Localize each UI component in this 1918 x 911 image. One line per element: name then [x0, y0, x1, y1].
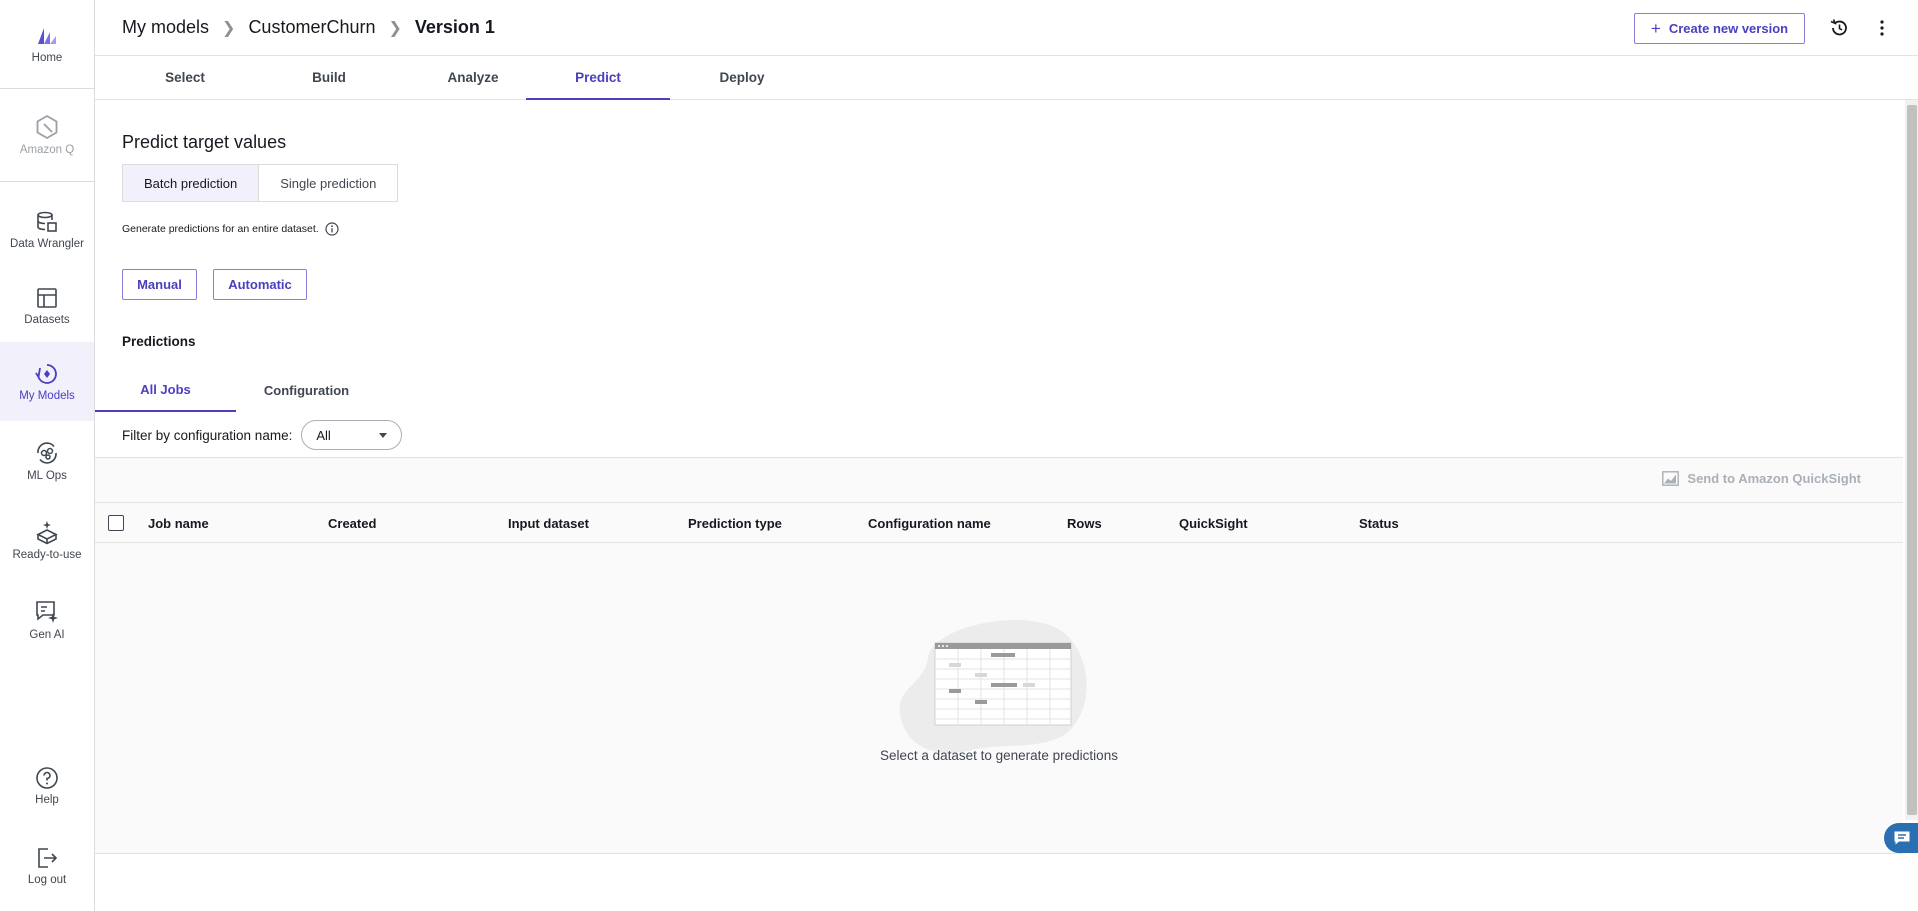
more-options-icon[interactable] — [1870, 16, 1894, 40]
filter-label: Filter by configuration name: — [122, 427, 293, 443]
batch-prediction-option[interactable]: Batch prediction — [123, 165, 260, 201]
canvas-logo-icon — [38, 28, 56, 44]
configuration-filter: Filter by configuration name: All — [122, 420, 403, 450]
column-quicksight[interactable]: QuickSight — [1179, 503, 1248, 543]
sidebar-item-label: Amazon Q — [19, 144, 75, 156]
sidebar-item-gen-ai[interactable]: Gen AI — [0, 580, 94, 659]
create-new-version-button[interactable]: + Create new version — [1634, 13, 1805, 44]
quicksight-label: Send to Amazon QuickSight — [1687, 471, 1861, 486]
chart-image-icon — [1662, 471, 1680, 486]
empty-table-illustration — [899, 620, 1087, 753]
my-models-icon — [35, 363, 57, 384]
tab-deploy[interactable]: Deploy — [670, 56, 814, 99]
column-prediction-type[interactable]: Prediction type — [688, 503, 782, 543]
chat-icon — [1894, 831, 1910, 845]
sidebar-item-label: My Models — [19, 389, 75, 402]
log-out-icon — [38, 848, 58, 868]
database-icon — [37, 211, 57, 232]
header: My models ❯ CustomerChurn ❯ Version 1 + … — [95, 0, 1918, 56]
table-icon — [37, 288, 57, 308]
sidebar-item-datasets[interactable]: Datasets — [0, 270, 94, 342]
sidebar-item-help[interactable]: Help — [0, 746, 94, 826]
sidebar-item-label: Datasets — [24, 314, 70, 326]
table-header: Job name Created Input dataset Predictio… — [95, 502, 1903, 543]
sidebar-item-my-models[interactable]: My Models — [0, 342, 94, 421]
column-created[interactable]: Created — [328, 503, 376, 543]
column-configuration-name[interactable]: Configuration name — [868, 503, 991, 543]
gen-ai-chat-icon — [36, 600, 58, 623]
sidebar-item-home[interactable]: Home — [0, 0, 94, 88]
predictions-heading: Predictions — [122, 334, 196, 349]
sidebar-item-data-wrangler[interactable]: Data Wrangler — [0, 190, 94, 270]
sidebar-item-label: Help — [35, 794, 59, 806]
column-input-dataset[interactable]: Input dataset — [508, 503, 589, 543]
model-tabs: Select Build Analyze Predict Deploy — [95, 56, 1918, 100]
sidebar-item-label: Ready-to-use — [12, 549, 82, 561]
scrollbar-thumb[interactable] — [1907, 105, 1917, 815]
sidebar-item-ready-to-use[interactable]: Ready-to-use — [0, 500, 94, 580]
amazon-q-icon — [36, 114, 58, 140]
help-icon — [36, 767, 58, 789]
empty-state-message: Select a dataset to generate predictions — [880, 748, 1118, 763]
prediction-type-toggle: Batch prediction Single prediction — [122, 164, 399, 202]
column-job-name[interactable]: Job name — [148, 503, 209, 543]
caret-down-icon — [379, 432, 388, 438]
page-title: Predict target values — [122, 132, 287, 152]
predictions-tabs: All Jobs Configuration — [95, 368, 1903, 412]
info-icon[interactable] — [325, 222, 339, 236]
sidebar-item-label: Gen AI — [29, 628, 65, 641]
breadcrumb-version: Version 1 — [414, 17, 495, 37]
tab-build[interactable]: Build — [257, 56, 401, 99]
tab-predict[interactable]: Predict — [526, 56, 670, 100]
sidebar-item-label: Home — [31, 52, 63, 64]
description-text: Generate predictions for an entire datas… — [122, 223, 319, 235]
breadcrumb-customerchurn[interactable]: CustomerChurn — [248, 17, 375, 38]
manual-button[interactable]: Manual — [122, 269, 197, 300]
sidebar-item-log-out[interactable]: Log out — [0, 826, 94, 906]
history-icon[interactable] — [1827, 16, 1851, 40]
automatic-button[interactable]: Automatic — [213, 269, 307, 300]
breadcrumb-my-models[interactable]: My models — [122, 17, 209, 38]
tab-analyze[interactable]: Analyze — [401, 56, 545, 99]
chevron-right-icon: ❯ — [222, 19, 236, 37]
package-icon — [36, 521, 58, 545]
tab-select[interactable]: Select — [113, 56, 257, 99]
sidebar-item-amazon-q[interactable]: Amazon Q — [0, 89, 94, 181]
column-status[interactable]: Status — [1359, 503, 1399, 543]
chevron-right-icon: ❯ — [388, 19, 402, 37]
ml-ops-icon — [37, 441, 57, 464]
tab-all-jobs[interactable]: All Jobs — [95, 368, 236, 412]
main-content: Predict target values Batch prediction S… — [95, 100, 1903, 911]
column-rows[interactable]: Rows — [1067, 503, 1102, 543]
tab-configuration[interactable]: Configuration — [236, 368, 377, 412]
sidebar-item-ml-ops[interactable]: ML Ops — [0, 421, 94, 500]
create-new-version-label: Create new version — [1668, 21, 1789, 36]
configuration-select[interactable]: All — [301, 420, 403, 450]
single-prediction-option[interactable]: Single prediction — [259, 165, 397, 201]
jobs-table: Send to Amazon QuickSight Job name Creat… — [95, 457, 1903, 854]
sidebar-divider — [0, 181, 94, 182]
sidebar-item-label: Data Wrangler — [10, 238, 84, 250]
chat-feedback-button[interactable] — [1884, 823, 1918, 853]
plus-icon: + — [1650, 18, 1661, 38]
sidebar-item-label: ML Ops — [27, 469, 67, 482]
select-value: All — [316, 427, 331, 443]
select-all-checkbox[interactable] — [108, 515, 124, 531]
batch-description: Generate predictions for an entire datas… — [122, 222, 339, 236]
sidebar-item-label: Log out — [27, 874, 67, 886]
breadcrumb: My models ❯ CustomerChurn ❯ Version 1 — [122, 17, 495, 38]
send-to-quicksight-button[interactable]: Send to Amazon QuickSight — [1662, 471, 1861, 486]
sidebar: Home Amazon Q Data Wrangler Datasets My … — [0, 0, 95, 911]
